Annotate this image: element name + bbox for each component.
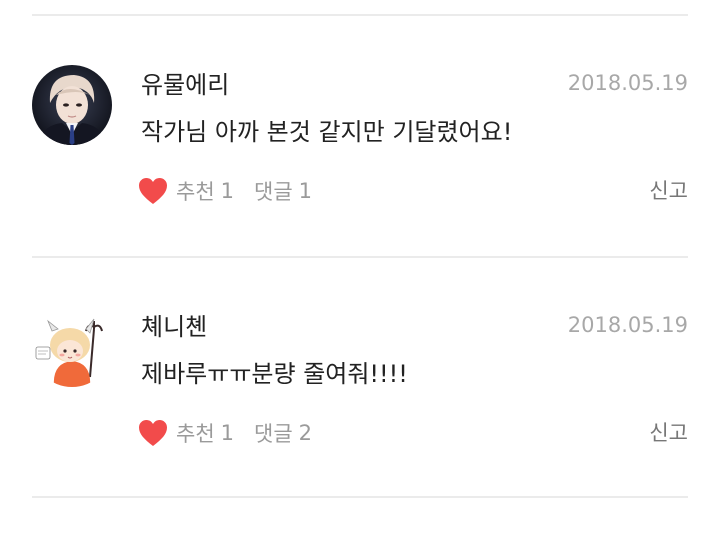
- comment-author[interactable]: 유물에리: [141, 70, 229, 100]
- avatar-photo: [32, 65, 112, 145]
- comment-list: 유물에리 2018.05.19 작가님 아까 본것 같지만 기달렸어요! 추천 …: [0, 0, 720, 540]
- comment-actions: 추천 1 댓글 2: [138, 417, 312, 449]
- reply-button[interactable]: 댓글: [254, 418, 293, 448]
- like-count: 1: [220, 179, 235, 203]
- heart-icon[interactable]: [138, 419, 168, 447]
- report-button[interactable]: 신고: [649, 175, 688, 207]
- report-button[interactable]: 신고: [649, 417, 688, 449]
- comment-author[interactable]: 쳬니쳰: [141, 312, 207, 342]
- comment-actions: 추천 1 댓글 1: [138, 175, 312, 207]
- avatar[interactable]: [32, 307, 112, 387]
- heart-icon[interactable]: [138, 177, 168, 205]
- avatar-illustration: [32, 307, 112, 387]
- comment-item: 유물에리 2018.05.19 작가님 아까 본것 같지만 기달렸어요! 추천 …: [0, 16, 720, 256]
- reply-button[interactable]: 댓글: [254, 176, 293, 206]
- comment-date: 2018.05.19: [567, 71, 688, 95]
- reply-count: 2: [298, 421, 313, 445]
- reply-count: 1: [298, 179, 313, 203]
- comment-text: 작가님 아까 본것 같지만 기달렸어요!: [141, 118, 513, 146]
- like-button[interactable]: 추천: [176, 418, 215, 448]
- avatar[interactable]: [32, 65, 112, 145]
- divider: [32, 496, 688, 498]
- like-count: 1: [220, 421, 235, 445]
- comment-text: 제바루ㅠㅠ분량 줄여줘!!!!: [141, 360, 408, 388]
- like-button[interactable]: 추천: [176, 176, 215, 206]
- comment-date: 2018.05.19: [567, 313, 688, 337]
- comment-item: 쳬니쳰 2018.05.19 제바루ㅠㅠ분량 줄여줘!!!! 추천 1 댓글 2…: [0, 258, 720, 498]
